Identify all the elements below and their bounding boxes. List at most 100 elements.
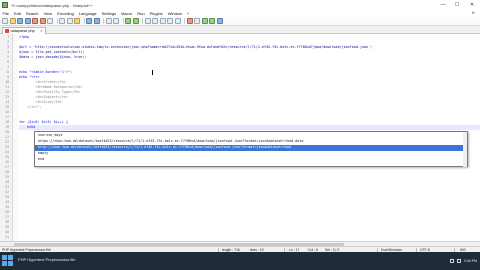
replace-icon[interactable] (113, 18, 119, 24)
line-number: 9 (7, 75, 9, 79)
menu-settings[interactable]: Settings (99, 11, 118, 16)
line-number: 14 (5, 100, 9, 104)
maximize-button[interactable]: ☐ (450, 0, 464, 10)
cut-icon[interactable] (59, 18, 65, 24)
menu-help[interactable]: ? (184, 11, 191, 16)
mouse-ibeam-cursor (152, 70, 154, 75)
stop-macro-icon[interactable] (194, 18, 200, 24)
minimize-button[interactable]: — (436, 0, 450, 10)
title-bar: *C:\xampp\htdocs\dataparse.php - Notepad… (0, 0, 480, 10)
line-number: 11 (5, 85, 9, 89)
toolbar-separator (56, 18, 57, 24)
zoom-out-icon[interactable] (132, 18, 139, 24)
play-macro-icon[interactable] (201, 18, 208, 24)
line-number: 15 (5, 105, 9, 109)
menu-language[interactable]: Language (76, 11, 99, 16)
run-macro-multiple-icon[interactable] (209, 18, 215, 24)
line-number: 25 (5, 155, 9, 159)
menu-view[interactable]: View (41, 11, 55, 16)
menu-edit[interactable]: Edit (11, 11, 23, 16)
autocomplete-popup[interactable]: sunrise_days https://ckan.hwa.de/dataset… (34, 131, 468, 167)
find-icon[interactable] (105, 18, 112, 24)
line-number: 3 (7, 45, 9, 49)
network-icon[interactable] (449, 259, 454, 263)
autocomplete-item[interactable]: sunrise_days (35, 133, 468, 139)
line-number: 41 (5, 235, 9, 239)
tab-label: dataparse.php (10, 29, 35, 33)
autocomplete-scrollbar[interactable] (463, 132, 467, 167)
unsaved-file-icon (5, 29, 9, 33)
line-number: 21 (5, 135, 9, 139)
close-all-icon[interactable] (39, 18, 46, 24)
code-editor[interactable]: <?php $url = 'http://connectsolution.stu… (0, 34, 480, 241)
line-number: 40 (5, 230, 9, 234)
line-number: 24 (5, 150, 9, 154)
line-number: 27 (5, 165, 9, 169)
undo-icon[interactable] (86, 18, 92, 24)
indent-guide-icon[interactable] (174, 18, 181, 24)
line-number: 1 (7, 35, 9, 39)
line-number: 33 (5, 195, 9, 199)
toolbar-separator (142, 18, 143, 24)
autocomplete-item[interactable]: end (35, 157, 468, 163)
code-line-17: echo (19, 125, 36, 129)
os-taskbar: PHP Hypertext Preprocessor file 3:46 PM (0, 252, 480, 270)
show-all-chars-icon[interactable] (167, 18, 173, 24)
line-number: 34 (5, 200, 9, 204)
line-number: 29 (5, 175, 9, 179)
menu-plugins[interactable]: Plugins (147, 11, 165, 16)
fold-margin[interactable] (13, 34, 18, 241)
taskbar-file-type: PHP Hypertext Preprocessor file (18, 257, 76, 262)
close-document-button[interactable]: X (469, 10, 477, 15)
menu-search[interactable]: Search (23, 11, 41, 16)
line-number: 36 (5, 210, 9, 214)
line-number: 13 (5, 95, 9, 99)
paste-icon[interactable] (74, 18, 80, 24)
toolbar-separator (83, 18, 84, 24)
tab-dataparse[interactable]: dataparse.php ✕ (2, 27, 46, 34)
open-file-icon[interactable] (9, 18, 16, 24)
windows-logo-icon (8, 261, 13, 266)
save-all-icon[interactable] (24, 18, 31, 24)
menu-encoding[interactable]: Encoding (55, 11, 77, 16)
line-number: 31 (5, 185, 9, 189)
redo-icon[interactable] (93, 18, 100, 24)
menu-macro[interactable]: Macro (119, 11, 135, 16)
copy-icon[interactable] (66, 18, 73, 24)
save-macro-icon[interactable] (216, 18, 223, 24)
start-button[interactable] (2, 255, 14, 267)
line-number: 20 (5, 130, 9, 134)
menu-file[interactable]: File (0, 11, 11, 16)
line-number: 39 (5, 225, 9, 229)
window-title: *C:\xampp\htdocs\dataparse.php - Notepad… (11, 2, 93, 8)
line-number: 8 (7, 70, 9, 74)
volume-icon[interactable] (456, 259, 461, 263)
line-number: 37 (5, 215, 9, 219)
record-macro-icon[interactable] (186, 18, 193, 24)
new-file-icon[interactable] (2, 18, 8, 24)
tab-bar: dataparse.php ✕ (0, 26, 480, 34)
save-icon[interactable] (17, 18, 23, 24)
line-number: 5 (7, 55, 9, 59)
print-icon[interactable] (47, 18, 53, 24)
line-number: 32 (5, 190, 9, 194)
toolbar-separator (122, 18, 123, 24)
autocomplete-item-selected[interactable]: http://ckan.hwa.de/dataset/1eaf4d23/reso… (35, 145, 468, 151)
sync-vertical-icon[interactable] (144, 18, 151, 24)
menu-run[interactable]: Run (135, 11, 147, 16)
clock[interactable]: 3:46 PM (464, 259, 477, 263)
code-line-5: $data = json_decode($json, true); (19, 55, 87, 59)
line-number: 18 (5, 120, 9, 124)
sync-horizontal-icon[interactable] (152, 18, 158, 24)
notepadpp-app-icon (2, 2, 8, 8)
close-window-button[interactable]: ✕ (464, 0, 480, 10)
autocomplete-item[interactable]: https://ckan.hwa.de/dataset/1eaf4d23/res… (35, 139, 468, 145)
line-number: 16 (5, 110, 9, 114)
zoom-in-icon[interactable] (125, 18, 131, 24)
autocomplete-item[interactable]: empty (35, 151, 468, 157)
line-number: 2 (7, 40, 9, 44)
word-wrap-icon[interactable] (159, 18, 166, 24)
close-file-icon[interactable] (32, 18, 38, 24)
tab-close-icon[interactable]: ✕ (40, 29, 43, 33)
menu-window[interactable]: Window (165, 11, 184, 16)
